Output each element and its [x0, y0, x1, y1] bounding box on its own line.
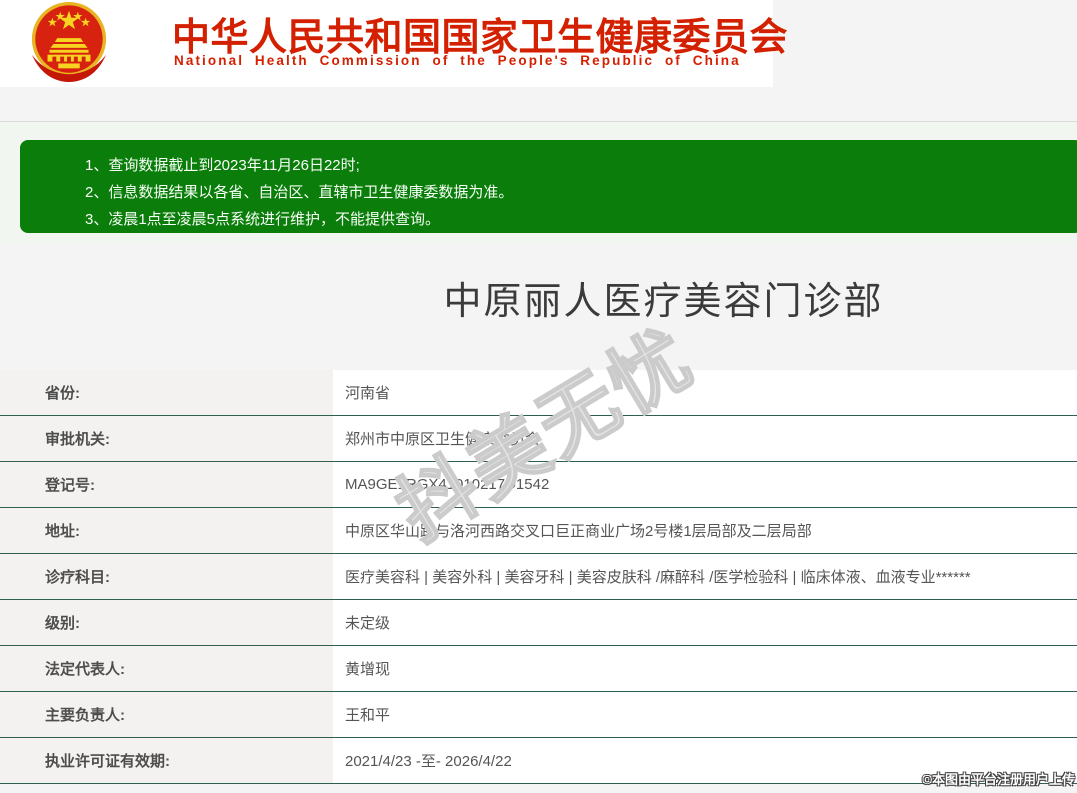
- field-value: 中原区华山路与洛河西路交叉口巨正商业广场2号楼1层局部及二层局部: [333, 508, 1077, 553]
- notice-section: 1、查询数据截止到2023年11月26日22时; 2、信息数据结果以各省、自治区…: [0, 122, 1077, 244]
- field-label: 地址:: [0, 508, 333, 553]
- table-row: 执业许可证有效期: 2021/4/23 -至- 2026/4/22: [0, 738, 1077, 784]
- table-row: 法定代表人: 黄增现: [0, 646, 1077, 692]
- field-label: 审批机关:: [0, 416, 333, 461]
- field-value: 王和平: [333, 692, 1077, 737]
- field-label: 主要负责人:: [0, 692, 333, 737]
- field-value: 未定级: [333, 600, 1077, 645]
- notice-box: 1、查询数据截止到2023年11月26日22时; 2、信息数据结果以各省、自治区…: [20, 140, 1077, 233]
- site-header: 中华人民共和国国家卫生健康委员会 National Health Commiss…: [0, 0, 788, 87]
- field-label: 省份:: [0, 370, 333, 415]
- notice-line-3: 3、凌晨1点至凌晨5点系统进行维护，不能提供查询。: [85, 211, 441, 228]
- field-label: 诊疗科目:: [0, 554, 333, 599]
- table-row: 级别: 未定级: [0, 600, 1077, 646]
- field-value: 医疗美容科 | 美容外科 | 美容牙科 | 美容皮肤科 /麻醉科 /医学检验科 …: [333, 554, 1077, 599]
- prc-national-emblem-icon: [31, 1, 107, 83]
- table-row: 审批机关: 郑州市中原区卫生健康委员会: [0, 416, 1077, 462]
- table-row: 省份: 河南省: [0, 370, 1077, 416]
- field-label: 登记号:: [0, 462, 333, 507]
- table-row: 诊疗科目: 医疗美容科 | 美容外科 | 美容牙科 | 美容皮肤科 /麻醉科 /医…: [0, 554, 1077, 600]
- field-value: 郑州市中原区卫生健康委员会: [333, 416, 1077, 461]
- field-label: 级别:: [0, 600, 333, 645]
- field-value: 黄增现: [333, 646, 1077, 691]
- footer-upload-watermark: ©本图由平台注册用户上传: [922, 772, 1075, 787]
- field-label: 法定代表人:: [0, 646, 333, 691]
- table-row: 主要负责人: 王和平: [0, 692, 1077, 738]
- field-label: 执业许可证有效期:: [0, 738, 333, 783]
- field-value: 河南省: [333, 370, 1077, 415]
- license-query-result-page: 中华人民共和国国家卫生健康委员会 National Health Commiss…: [0, 0, 1077, 793]
- table-row: 地址: 中原区华山路与洛河西路交叉口巨正商业广场2号楼1层局部及二层局部: [0, 508, 1077, 554]
- institution-info-table: 省份: 河南省 审批机关: 郑州市中原区卫生健康委员会 登记号: MA9GE1RGX410…: [0, 370, 1077, 784]
- header-title-english: National Health Commission of the People…: [174, 53, 741, 68]
- field-value: MA9GE1RGX41010217D1542: [333, 462, 1077, 507]
- table-row: 登记号: MA9GE1RGX41010217D1542: [0, 462, 1077, 508]
- institution-name-title: 中原丽人医疗美容门诊部: [443, 281, 884, 323]
- notice-line-2: 2、信息数据结果以各省、自治区、直辖市卫生健康委数据为准。: [85, 184, 514, 201]
- notice-line-1: 1、查询数据截止到2023年11月26日22时;: [85, 157, 360, 174]
